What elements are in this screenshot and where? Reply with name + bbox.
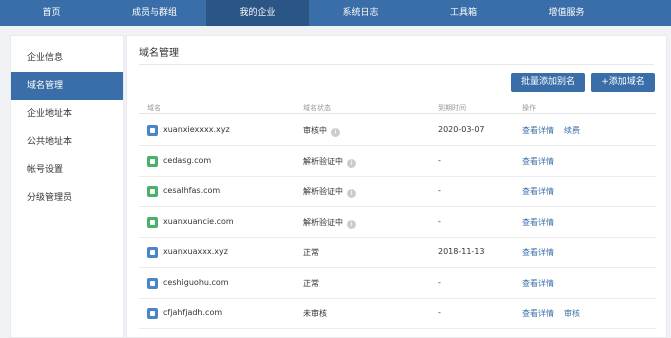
row-actions: 查看详情 <box>522 186 554 197</box>
table-row: xuanxuaxxx.xyz 正常 2018-11-13 查看详情 <box>139 237 656 268</box>
row-actions: 查看详情 续费 <box>522 125 580 136</box>
domain-name: cfjahfjadh.com <box>163 308 223 317</box>
col-expire: 到期时间 <box>438 104 466 112</box>
top-nav: 首页 成员与群组 我的企业 系统日志 工具箱 增值服务 <box>0 0 671 26</box>
nav-system-log[interactable]: 系统日志 <box>309 0 412 26</box>
domain-status: 正常 <box>303 278 319 289</box>
nav-my-enterprise[interactable]: 我的企业 <box>206 0 309 26</box>
domain-name: xuanxiexxxx.xyz <box>163 125 230 134</box>
status-text: 解析验证中 <box>303 217 343 227</box>
status-text: 解析验证中 <box>303 187 343 196</box>
sidebar: 企业信息 域名管理 企业地址本 公共地址本 帐号设置 分级管理员 <box>10 35 124 338</box>
nav-value-added[interactable]: 增值服务 <box>515 0 618 26</box>
table-row: xuanxiexxxx.xyz 审核中 i 2020-03-07 查看详情 续费 <box>139 115 656 146</box>
status-text: 正常 <box>303 248 319 257</box>
info-icon[interactable]: i <box>347 158 356 168</box>
domain-green-icon <box>147 155 158 167</box>
info-icon[interactable]: i <box>347 219 356 229</box>
domain-name: xuanxuaxxx.xyz <box>163 247 228 256</box>
page-title: 域名管理 <box>139 48 179 59</box>
sidebar-item-public-addressbook[interactable]: 公共地址本 <box>11 128 123 156</box>
status-text: 解析验证中 <box>303 156 343 166</box>
sidebar-item-account-settings[interactable]: 帐号设置 <box>11 156 123 184</box>
domain-name: xuanxuancie.com <box>163 216 234 226</box>
status-text: 未审核 <box>303 309 327 318</box>
sidebar-item-domain-management[interactable]: 域名管理 <box>11 72 123 100</box>
sidebar-item-enterprise-info[interactable]: 企业信息 <box>11 44 123 72</box>
domain-name: ceshiguohu.com <box>163 277 229 287</box>
domain-status: 审核中 i <box>303 125 340 137</box>
domain-blue-icon <box>147 247 158 258</box>
domain-name: cedasg.com <box>163 155 212 165</box>
table-row: cfjahfjadh.com 未审核 - 查看详情 审核 <box>139 298 656 329</box>
expire-date: - <box>438 216 441 226</box>
table-row: ceshiguohu.com 正常 - 查看详情 <box>139 268 656 299</box>
view-details-link[interactable]: 查看详情 <box>522 218 554 227</box>
domain-green-icon <box>147 186 158 197</box>
domain-status: 正常 <box>303 247 319 258</box>
add-domain-button[interactable]: +添加域名 <box>591 73 655 92</box>
view-details-link[interactable]: 查看详情 <box>522 187 554 196</box>
domain-status: 解析验证中 i <box>303 186 356 198</box>
domain-status: 解析验证中 i <box>303 217 356 229</box>
table-row: cesalhfas.com 解析验证中 i - 查看详情 <box>139 176 656 207</box>
view-details-link[interactable]: 查看详情 <box>522 157 554 166</box>
main-panel: 域名管理 批量添加别名 +添加域名 域名 域名状态 到期时间 操作 xuanxi… <box>126 35 667 338</box>
view-details-link[interactable]: 查看详情 <box>522 248 554 257</box>
view-details-link[interactable]: 查看详情 <box>522 279 554 288</box>
col-actions: 操作 <box>522 104 536 112</box>
view-details-link[interactable]: 查看详情 <box>522 126 554 135</box>
row-actions: 查看详情 <box>522 217 554 228</box>
sidebar-item-enterprise-addressbook[interactable]: 企业地址本 <box>11 100 123 128</box>
action-link[interactable]: 续费 <box>564 126 580 135</box>
row-actions: 查看详情 <box>522 156 554 167</box>
row-actions: 查看详情 <box>522 247 554 258</box>
view-details-link[interactable]: 查看详情 <box>522 309 554 318</box>
domain-status: 解析验证中 i <box>303 156 356 168</box>
table-header: 域名 域名状态 到期时间 操作 <box>139 99 656 114</box>
row-actions: 查看详情 审核 <box>522 308 580 319</box>
expire-date: - <box>438 186 441 195</box>
domain-status: 未审核 <box>303 308 327 319</box>
domain-blue-icon <box>147 277 158 289</box>
nav-toolbox[interactable]: 工具箱 <box>412 0 515 26</box>
domain-green-icon <box>147 216 158 228</box>
expire-date: - <box>438 308 441 317</box>
info-icon[interactable]: i <box>347 189 356 198</box>
table-row: cedasg.com 解析验证中 i - 查看详情 <box>139 146 656 177</box>
info-icon[interactable]: i <box>331 128 340 137</box>
expire-date: - <box>438 155 441 165</box>
nav-members-groups[interactable]: 成员与群组 <box>103 0 206 26</box>
row-actions: 查看详情 <box>522 278 554 289</box>
action-link[interactable]: 审核 <box>564 309 580 318</box>
domain-blue-icon <box>147 125 158 136</box>
table-row: xuanxuancie.com 解析验证中 i - 查看详情 <box>139 207 656 238</box>
domain-name: cesalhfas.com <box>163 186 221 195</box>
col-domain: 域名 <box>147 104 161 112</box>
expire-date: - <box>438 277 441 287</box>
domain-blue-icon <box>147 308 158 319</box>
sidebar-item-sub-admin[interactable]: 分级管理员 <box>11 184 123 212</box>
title-divider <box>139 64 654 65</box>
expire-date: 2018-11-13 <box>438 247 485 256</box>
status-text: 审核中 <box>303 126 327 135</box>
expire-date: 2020-03-07 <box>438 125 485 134</box>
col-status: 域名状态 <box>303 104 331 112</box>
status-text: 正常 <box>303 278 319 288</box>
batch-add-alias-button[interactable]: 批量添加别名 <box>511 73 585 92</box>
nav-home[interactable]: 首页 <box>0 0 103 26</box>
